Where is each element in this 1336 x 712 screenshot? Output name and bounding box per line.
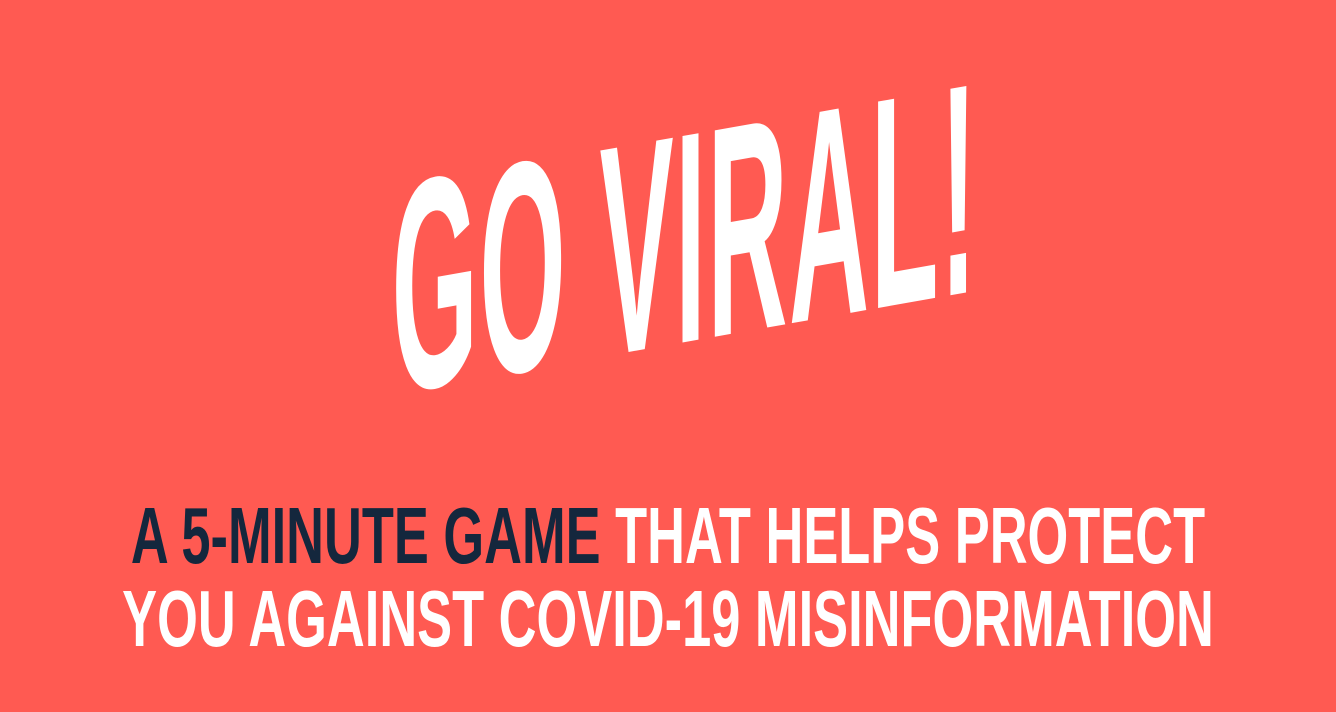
- tagline-line-2: YOU AGAINST COVID-19 MISINFORMATION: [122, 574, 1214, 663]
- tagline-text: THAT HELPS PROTECT: [600, 491, 1206, 580]
- tagline-highlight: A 5-MINUTE GAME: [130, 491, 601, 580]
- tagline-line-1: A 5-MINUTE GAME THAT HELPS PROTECT: [131, 496, 1205, 576]
- logo-text: GO VIRAL!: [391, 18, 979, 458]
